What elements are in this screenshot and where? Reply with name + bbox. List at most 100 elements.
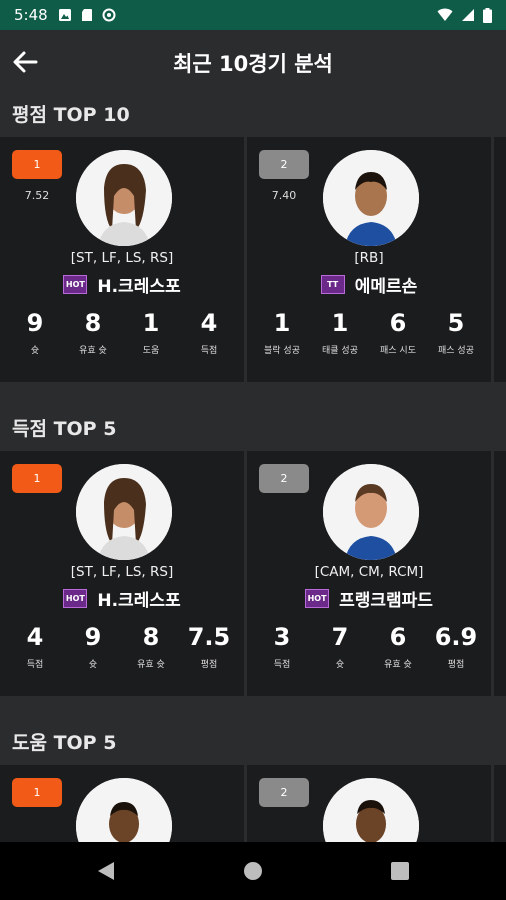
rank-badge: 2 [259,778,309,807]
player-avatar [323,778,419,842]
player-avatar [76,464,172,560]
stat-item: 1 태클 성공 [312,309,368,356]
wifi-icon [437,8,453,21]
player-name-line: HOT 프랭크램파드 [247,586,491,611]
player-name: 에메르손 [354,277,418,297]
stat-label: 슛 [335,660,345,670]
stat-label: 유효 슛 [137,660,165,670]
sync-icon [102,8,116,22]
player-avatar [323,464,419,560]
player-card[interactable]: 2 7.40 [RB] TT 에메르손 1 블락 성공 1 태클 성공 6 패스 시도… [247,137,491,382]
stat-value: 9 [84,623,102,651]
stat-value: 1 [273,309,291,337]
stat-item: 7슛 [312,623,368,670]
assists-card-row[interactable]: 1 2 [0,765,506,842]
goals-card-row[interactable]: 1 [ST, LF, LS, RS] HOT H.크레스포 4 득점 9슛 8 유효… [0,451,506,696]
stat-value: 4 [26,623,44,651]
player-name: H.크레스포 [97,277,181,297]
stat-label: 유효 슛 [384,660,412,670]
player-stats: 3 득점 7슛 6 유효 슛 6.9 평점 [253,623,485,670]
stat-item: 6 유효 슛 [370,623,426,670]
stat-label: 평점 [200,660,218,670]
rank-badge: 1 [12,464,62,493]
player-stats: 4 득점 9슛 8 유효 슛 7.5 평점 [6,623,238,670]
nav-back-icon[interactable] [94,859,118,883]
stat-value: 7.5 [187,623,231,651]
player-card[interactable]: 1 [ST, LF, LS, RS] HOT H.크레스포 4 득점 9슛 8 유효… [0,451,244,696]
stat-value: 4 [200,309,218,337]
rank-badge: 2 [259,150,309,179]
sd-card-icon [81,9,92,21]
player-avatar [323,150,419,246]
stat-item: 4 득점 [7,623,63,670]
stat-value: 3 [273,623,291,651]
section-title-goals: 득점 TOP 5 [12,418,117,440]
stat-label: 득점 [200,346,218,356]
status-time: 5:48 [14,6,48,24]
stat-label: 패스 시도 [380,346,416,356]
nav-home-icon[interactable] [241,859,265,883]
status-bar: 5:48 [0,0,506,30]
stat-item: 1 도움 [123,309,179,356]
card-divider [491,451,494,696]
stat-value: 1 [142,309,160,337]
system-nav-bar [0,842,506,900]
app-bar: 최근 10경기 분석 [0,30,506,92]
stat-label: 득점 [273,660,291,670]
stat-item: 9슛 [65,623,121,670]
stat-label: 슛 [30,346,40,356]
rating-card-row[interactable]: 1 7.52 [ST, LF, LS, RS] HOT H.크레스포 9 슛 8유… [0,137,506,382]
rank-badge: 1 [12,778,62,807]
photo-notification-icon [58,9,71,21]
rank-badge: 2 [259,464,309,493]
player-avatar [76,150,172,246]
player-rating: 7.52 [24,189,50,202]
stat-item: 8 유효 슛 [123,623,179,670]
player-card[interactable]: 2 [247,765,491,842]
season-badge: TT [320,275,345,294]
player-name-line: HOT H.크레스포 [0,586,244,611]
stat-value: 9 [26,309,44,337]
stat-value: 6 [389,623,407,651]
battery-icon [483,7,492,23]
season-badge: HOT [63,589,88,608]
stat-label: 득점 [26,660,44,670]
nav-recents-icon[interactable] [388,859,412,883]
player-name: 프랭크램파드 [339,591,433,611]
player-card[interactable]: 2 [CAM, CM, RCM] HOT 프랭크램파드 3 득점 7슛 6 유효 슛… [247,451,491,696]
stat-value: 8 [84,309,102,337]
stat-item: 6 패스 시도 [370,309,426,356]
player-card[interactable]: 1 7.52 [ST, LF, LS, RS] HOT H.크레스포 9 슛 8유… [0,137,244,382]
player-avatar [76,778,172,842]
stat-item: 1 블락 성공 [254,309,310,356]
stat-item: 4 득점 [181,309,237,356]
stat-item: 8 유효 슛 [65,309,121,356]
player-rating: 7.40 [271,189,297,202]
page-title: 최근 10경기 분석 [173,52,333,76]
section-title-rating: 평점 TOP 10 [12,104,130,126]
stat-value: 1 [331,309,349,337]
player-name-line: HOT H.크레스포 [0,272,244,297]
stat-label: 도움 [142,346,160,356]
stat-value: 6 [389,309,407,337]
season-badge: HOT [305,589,330,608]
section-title-assists: 도움 TOP 5 [12,732,117,754]
player-name-line: TT 에메르손 [247,272,491,297]
season-badge: HOT [63,275,88,294]
stat-value: 7 [331,623,349,651]
stat-label: 슛 [88,660,98,670]
player-position: [ST, LF, LS, RS] [70,564,174,580]
stat-label: 태클 성공 [322,346,358,356]
player-stats: 9 슛 8 유효 슛 1 도움 4 득점 [6,309,238,356]
stat-item: 5 패스 성공 [428,309,484,356]
stat-item: 3 득점 [254,623,310,670]
player-stats: 1 블락 성공 1 태클 성공 6 패스 시도 5 패스 성공 [253,309,485,356]
stat-item: 7.5 평점 [181,623,237,670]
stat-value: 5 [447,309,465,337]
player-card[interactable]: 1 [0,765,244,842]
player-position: [ST, LF, LS, RS] [70,250,174,266]
stat-item: 6.9 평점 [428,623,484,670]
stat-value: 8 [142,623,160,651]
player-name: H.크레스포 [97,591,181,611]
stat-label: 블락 성공 [264,346,300,356]
